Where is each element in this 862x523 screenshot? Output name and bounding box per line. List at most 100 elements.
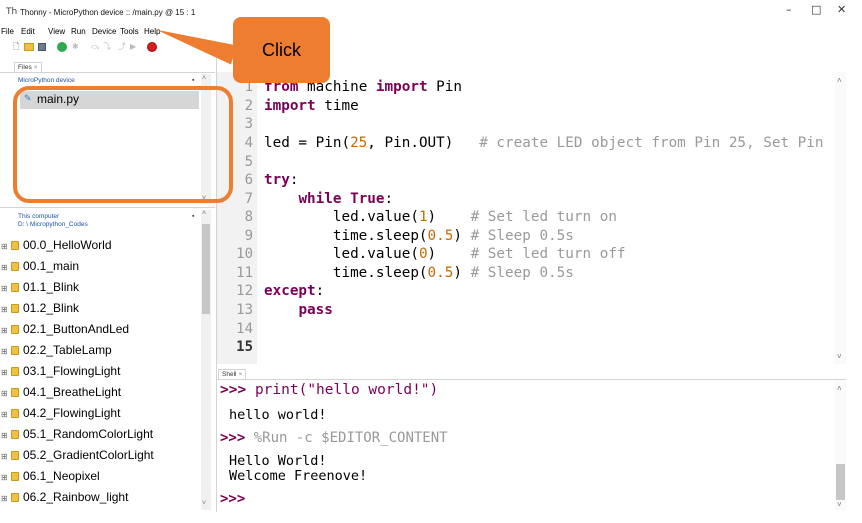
expand-icon[interactable]: ⊞: [1, 469, 9, 487]
folder-label: 00.1_main: [23, 259, 80, 273]
expand-icon[interactable]: ⊞: [1, 427, 9, 445]
folder-icon: [11, 472, 19, 481]
folder-item[interactable]: ⊞ 01.1_Blink: [1, 278, 79, 296]
folder-label: 02.2_TableLamp: [23, 343, 112, 357]
close-window-button[interactable]: ✕: [837, 3, 846, 16]
menu-file[interactable]: File: [1, 27, 14, 36]
open-file-icon[interactable]: [24, 43, 34, 51]
folder-item[interactable]: ⊞ 06.2_Rainbow_light: [1, 488, 128, 506]
tab-shell-label: Shell: [222, 371, 237, 378]
expand-icon[interactable]: ⊞: [1, 259, 9, 277]
folder-icon: [11, 262, 19, 271]
menu-tools[interactable]: Tools: [120, 27, 139, 36]
expand-icon[interactable]: ⊞: [1, 301, 9, 319]
code-line[interactable]: except:: [264, 282, 324, 301]
shell-prompt: >>>: [220, 430, 246, 446]
shell-command: %Run -c $EDITOR_CONTENT: [253, 430, 448, 446]
scroll-up-icon[interactable]: ˄: [837, 76, 842, 85]
maximize-button[interactable]: □: [811, 3, 821, 16]
folder-label: 05.2_GradientColorLight: [23, 448, 154, 462]
panel-divider[interactable]: [0, 207, 215, 208]
folder-item[interactable]: ⊞ 05.2_GradientColorLight: [1, 446, 154, 464]
shell-scrollbar[interactable]: [835, 380, 846, 510]
menu-device[interactable]: Device: [92, 27, 116, 36]
line-number: 9: [244, 228, 253, 244]
expand-icon[interactable]: ⊞: [1, 490, 9, 508]
code-line[interactable]: led = Pin(25, Pin.OUT) # create LED obje…: [264, 134, 824, 153]
code-line[interactable]: time.sleep(0.5) # Sleep 0.5s: [264, 264, 574, 283]
folder-label: 04.1_BreatheLight: [23, 385, 122, 399]
code-line[interactable]: pass: [264, 301, 332, 320]
folder-item[interactable]: ⊞ 06.1_Neopixel: [1, 467, 100, 485]
scroll-up-icon[interactable]: ˄: [837, 384, 842, 393]
menu-edit[interactable]: Edit: [21, 27, 35, 36]
code-line[interactable]: while True:: [264, 190, 393, 209]
expand-icon[interactable]: ⊞: [1, 343, 9, 361]
code-line[interactable]: led.value(0) # Set led turn off: [264, 245, 626, 264]
expand-icon[interactable]: ⊞: [1, 280, 9, 298]
folder-item[interactable]: ⊞ 00.0_HelloWorld: [1, 236, 112, 254]
step-into-icon[interactable]: ⤵: [103, 42, 111, 52]
code-line[interactable]: led.value(1) # Set led turn on: [264, 208, 617, 227]
folder-icon: [11, 388, 19, 397]
debug-icon[interactable]: ✱: [72, 42, 79, 52]
step-over-icon[interactable]: ⤼: [91, 42, 100, 52]
folder-item[interactable]: ⊞ 05.1_RandomColorLight: [1, 425, 153, 443]
folder-icon: [11, 367, 19, 376]
shell-input-prompt[interactable]: >>>: [220, 491, 245, 507]
run-icon[interactable]: [57, 42, 67, 52]
save-icon[interactable]: [38, 43, 46, 51]
menu-bar: File Edit View Run Device Tools Help: [0, 24, 862, 38]
scroll-down-icon[interactable]: ˅: [837, 352, 842, 361]
menu-run[interactable]: Run: [71, 27, 86, 36]
expand-icon[interactable]: ⊞: [1, 238, 9, 256]
callout-text: Click: [262, 39, 301, 60]
scrollbar-thumb[interactable]: [202, 224, 210, 314]
expand-icon[interactable]: ⊞: [1, 364, 9, 382]
folder-item[interactable]: ⊞ 03.1_FlowingLight: [1, 362, 120, 380]
folder-icon: [11, 241, 19, 250]
step-out-icon[interactable]: ⤴: [118, 42, 126, 52]
scroll-up-icon[interactable]: ˄: [202, 75, 206, 82]
new-file-icon[interactable]: 🗋: [13, 42, 19, 52]
code-line[interactable]: time.sleep(0.5) # Sleep 0.5s: [264, 227, 574, 246]
folder-item[interactable]: ⊞ 04.1_BreatheLight: [1, 383, 121, 401]
scroll-up-icon[interactable]: ˄: [202, 210, 206, 217]
title-bar: Th Thonny - MicroPython device :: /main.…: [0, 0, 862, 24]
expand-icon[interactable]: ⊞: [1, 406, 9, 424]
tab-files[interactable]: Files ×: [14, 62, 42, 72]
panel-menu-icon[interactable]: ▪: [192, 77, 194, 84]
editor-scrollbar[interactable]: [835, 72, 846, 364]
panel-menu-icon[interactable]: ▪: [192, 213, 194, 220]
folder-item[interactable]: ⊞ 02.1_ButtonAndLed: [1, 320, 129, 338]
line-number: 12: [236, 283, 253, 299]
tab-shell[interactable]: Shell ×: [218, 369, 247, 379]
code-line[interactable]: try:: [264, 171, 298, 190]
folder-item[interactable]: ⊞ 02.2_TableLamp: [1, 341, 112, 359]
tab-close-icon[interactable]: ×: [34, 64, 38, 71]
expand-icon[interactable]: ⊞: [1, 448, 9, 466]
shell-output: Hello World!: [229, 453, 327, 469]
computer-header: This computer: [18, 213, 60, 220]
folder-item[interactable]: ⊞ 04.2_FlowingLight: [1, 404, 120, 422]
folder-label: 05.1_RandomColorLight: [23, 427, 154, 441]
folder-item[interactable]: ⊞ 01.2_Blink: [1, 299, 79, 317]
tab-files-label: Files: [18, 64, 32, 71]
thonny-app-icon: Th: [6, 7, 18, 17]
stop-icon[interactable]: [147, 42, 157, 52]
resume-icon[interactable]: ▶: [130, 42, 136, 52]
menu-view[interactable]: View: [48, 27, 65, 36]
line-number: 13: [236, 302, 253, 318]
computer-scrollbar[interactable]: [201, 210, 211, 510]
code-line[interactable]: import time: [264, 97, 359, 116]
scrollbar-thumb[interactable]: [836, 464, 845, 500]
scroll-down-icon[interactable]: ˅: [202, 500, 206, 507]
tab-close-icon[interactable]: ×: [238, 371, 242, 378]
status-bar: [0, 512, 862, 523]
folder-item[interactable]: ⊞ 00.1_main: [1, 257, 79, 275]
scroll-down-icon[interactable]: ˅: [837, 500, 842, 509]
shell-output: Welcome Freenove!: [229, 468, 368, 484]
expand-icon[interactable]: ⊞: [1, 385, 9, 403]
minimize-button[interactable]: –: [786, 3, 792, 16]
expand-icon[interactable]: ⊞: [1, 322, 9, 340]
